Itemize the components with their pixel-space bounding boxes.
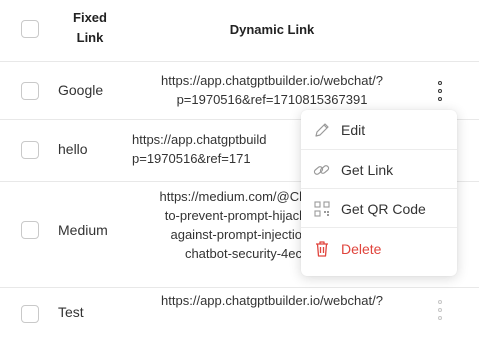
menu-item-delete[interactable]: Delete [301,227,457,270]
menu-item-label: Delete [341,241,382,257]
row-checkbox[interactable] [21,141,39,159]
header-fixed-link: Fixed Link [73,10,107,45]
dynamic-link-cell[interactable]: https://medium.com/@Cl to-prevent-prompt… [132,187,302,263]
table-row[interactable]: Test https://app.chatgptbuilder.io/webch… [0,287,479,347]
kebab-menu-icon[interactable] [436,300,444,320]
fixed-link-cell: Google [58,82,104,98]
row-checkbox[interactable] [21,221,39,239]
menu-item-label: Edit [341,121,366,138]
qr-code-icon [312,199,332,219]
menu-item-label: Get QR Code [341,200,426,217]
link-icon [312,160,332,180]
row-checkbox[interactable] [21,82,39,100]
fixed-link-cell: hello [58,141,88,157]
table-header: Fixed Link Dynamic Link [0,0,479,62]
menu-item-get-qr-code[interactable]: Get QR Code [301,188,457,228]
select-all-checkbox[interactable] [21,20,39,38]
dynamic-link-cell[interactable]: https://app.chatgptbuilder.io/webchat/? [127,291,417,310]
fixed-link-cell: Medium [58,222,108,238]
dynamic-link-cell[interactable]: https://app.chatgptbuilder.io/webchat/? … [127,71,417,109]
trash-icon [312,239,332,259]
row-actions-menu: Edit Get Link Get QR Code Delete [301,110,457,276]
row-checkbox[interactable] [21,305,39,323]
menu-item-label: Get Link [341,161,394,178]
fixed-link-cell: Test [58,304,84,320]
menu-item-get-link[interactable]: Get Link [301,149,457,189]
dynamic-link-cell[interactable]: https://app.chatgptbuild p=1970516&ref=1… [132,130,302,168]
kebab-menu-icon[interactable] [436,81,444,101]
pencil-icon [312,120,332,140]
menu-item-edit[interactable]: Edit [301,110,457,149]
header-dynamic-link: Dynamic Link [229,22,315,37]
